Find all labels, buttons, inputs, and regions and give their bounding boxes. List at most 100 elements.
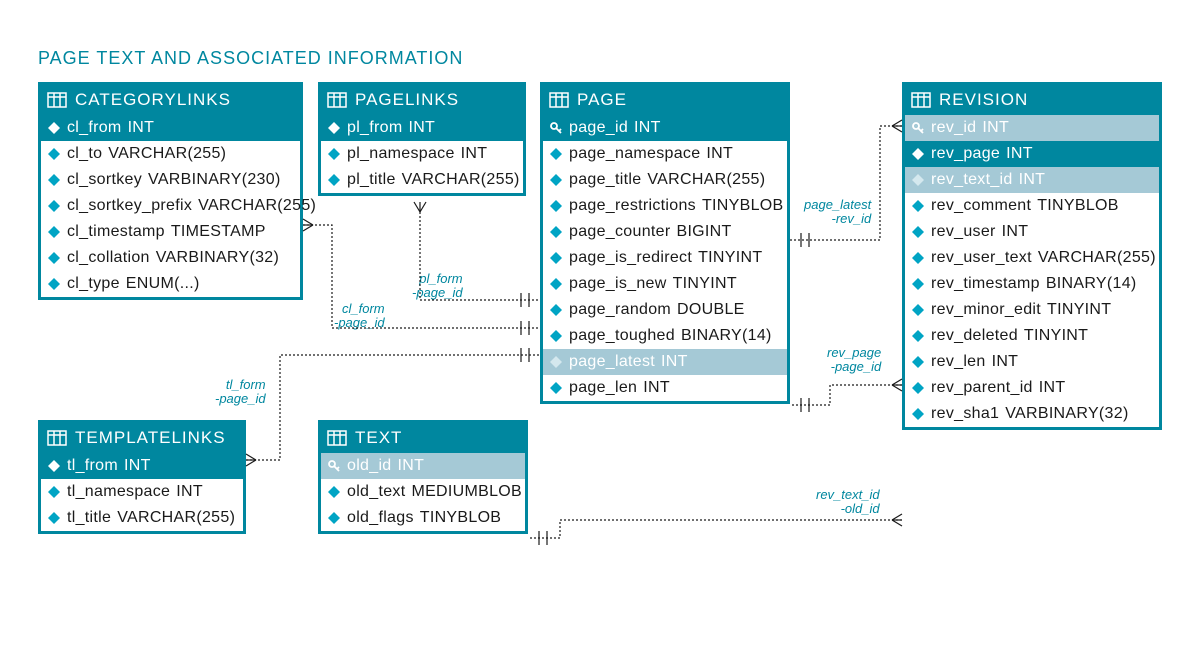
column-row: rev_comment TINYBLOB [905,193,1159,219]
column-type: VARCHAR(255) [117,509,235,527]
table-name: PAGE [577,90,627,110]
table-categorylinks: CATEGORYLINKScl_from INTcl_to VARCHAR(25… [38,82,303,300]
column-type: VARCHAR(255) [1038,249,1156,267]
column-row: page_random DOUBLE [543,297,787,323]
column-name: page_restrictions [569,197,696,215]
column-name: cl_from [67,119,122,137]
column-type: INT [634,119,661,137]
table-name: PAGELINKS [355,90,459,110]
column-row: rev_deleted TINYINT [905,323,1159,349]
column-type: VARCHAR(255) [108,145,226,163]
column-type: TINYINT [1024,327,1088,345]
relation-label: page_latest-rev_id [804,198,871,227]
column-name: pl_namespace [347,145,455,163]
column-type: TINYBLOB [702,197,784,215]
column-type: VARBINARY(32) [1005,405,1128,423]
column-type: VARBINARY(230) [148,171,281,189]
table-header: PAGELINKS [321,85,523,115]
column-name: page_is_new [569,275,667,293]
column-type: VARCHAR(255) [402,171,520,189]
column-name: tl_from [67,457,118,475]
column-name: page_counter [569,223,670,241]
column-row: rev_minor_edit TINYINT [905,297,1159,323]
column-name: page_is_redirect [569,249,692,267]
column-type: DOUBLE [677,301,745,319]
relation-label: tl_form-page_id [215,378,266,407]
column-row: page_is_redirect TINYINT [543,245,787,271]
column-row: tl_namespace INT [41,479,243,505]
column-name: page_latest [569,353,655,371]
column-row: pl_namespace INT [321,141,523,167]
column-row: rev_user INT [905,219,1159,245]
table-header: PAGE [543,85,787,115]
table-pagelinks: PAGELINKSpl_from INTpl_namespace INTpl_t… [318,82,526,196]
table-header: TEXT [321,423,525,453]
column-type: INT [1039,379,1066,397]
column-type: INT [128,119,155,137]
column-row: rev_parent_id INT [905,375,1159,401]
column-type: TINYINT [673,275,737,293]
column-type: ENUM(...) [126,275,200,293]
column-row: rev_len INT [905,349,1159,375]
column-name: tl_title [67,509,111,527]
column-name: page_random [569,301,671,319]
column-type: INT [706,145,733,163]
column-type: INT [176,483,203,501]
column-row: old_id INT [321,453,525,479]
diagram-title: PAGE TEXT AND ASSOCIATED INFORMATION [38,48,463,69]
table-name: TEMPLATELINKS [75,428,226,448]
column-type: INT [1006,145,1033,163]
column-name: page_title [569,171,641,189]
column-type: MEDIUMBLOB [411,483,522,501]
column-name: rev_minor_edit [931,301,1041,319]
column-name: pl_from [347,119,402,137]
column-type: VARCHAR(255) [198,197,316,215]
column-name: rev_timestamp [931,275,1040,293]
relation-label: rev_page-page_id [827,346,881,375]
column-name: old_text [347,483,405,501]
column-type: INT [982,119,1009,137]
column-row: page_len INT [543,375,787,401]
relation-label: rev_text_id-old_id [816,488,880,517]
column-type: VARCHAR(255) [647,171,765,189]
column-row: rev_timestamp BINARY(14) [905,271,1159,297]
column-row: page_counter BIGINT [543,219,787,245]
column-row: page_id INT [543,115,787,141]
column-type: BINARY(14) [1046,275,1137,293]
column-row: old_flags TINYBLOB [321,505,525,531]
column-name: page_toughed [569,327,675,345]
column-row: page_restrictions TINYBLOB [543,193,787,219]
column-row: tl_from INT [41,453,243,479]
column-name: rev_len [931,353,986,371]
column-type: TINYINT [1047,301,1111,319]
column-row: page_namespace INT [543,141,787,167]
table-header: REVISION [905,85,1159,115]
column-name: old_flags [347,509,414,527]
table-name: TEXT [355,428,402,448]
column-row: rev_user_text VARCHAR(255) [905,245,1159,271]
column-type: INT [643,379,670,397]
column-row: pl_from INT [321,115,523,141]
column-row: cl_to VARCHAR(255) [41,141,300,167]
column-name: cl_sortkey_prefix [67,197,192,215]
column-name: rev_user_text [931,249,1032,267]
column-type: INT [461,145,488,163]
table-revision: REVISIONrev_id INTrev_page INTrev_text_i… [902,82,1162,430]
column-name: rev_parent_id [931,379,1033,397]
column-type: TINYINT [698,249,762,267]
column-name: page_len [569,379,637,397]
column-row: old_text MEDIUMBLOB [321,479,525,505]
column-type: TINYBLOB [1037,197,1119,215]
column-row: cl_timestamp TIMESTAMP [41,219,300,245]
column-name: cl_timestamp [67,223,165,241]
column-row: rev_id INT [905,115,1159,141]
column-row: page_title VARCHAR(255) [543,167,787,193]
column-row: rev_sha1 VARBINARY(32) [905,401,1159,427]
column-name: pl_title [347,171,396,189]
column-row: cl_collation VARBINARY(32) [41,245,300,271]
column-name: rev_deleted [931,327,1018,345]
column-row: pl_title VARCHAR(255) [321,167,523,193]
relation-label: cl_form-page_id [334,302,385,331]
column-row: cl_from INT [41,115,300,141]
column-name: cl_collation [67,249,150,267]
